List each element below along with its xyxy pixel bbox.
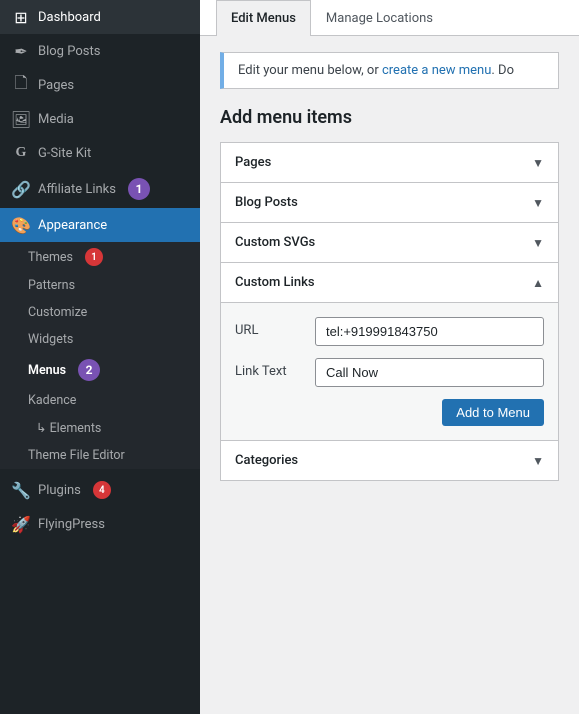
info-suffix: . Do — [491, 63, 514, 78]
sidebar-item-elements[interactable]: ↳ Elements — [0, 414, 200, 442]
sidebar-item-flying-press[interactable]: 🚀 FlyingPress — [0, 507, 200, 541]
accordion-custom-svgs: Custom SVGs ▼ — [220, 222, 559, 263]
link-text-label: Link Text — [235, 358, 305, 379]
accordion-custom-svgs-arrow: ▼ — [532, 236, 544, 250]
dashboard-icon: ⊞ — [12, 8, 30, 26]
accordion-custom-links-label: Custom Links — [235, 275, 315, 290]
link-text-form-row: Link Text — [235, 358, 544, 387]
url-input[interactable] — [315, 317, 544, 346]
sidebar-item-label: Theme File Editor — [28, 448, 125, 463]
accordion-custom-links-body: URL Link Text Add to Menu — [221, 302, 558, 440]
appearance-submenu: Themes 1 Patterns Customize Widgets Menu… — [0, 242, 200, 469]
affiliate-links-icon: 🔗 — [12, 180, 30, 198]
sidebar-item-label: Appearance — [38, 218, 107, 233]
flying-press-icon: 🚀 — [12, 515, 30, 533]
accordion-categories-header[interactable]: Categories ▼ — [221, 441, 558, 480]
tab-label: Manage Locations — [326, 11, 433, 26]
sidebar-item-widgets[interactable]: Widgets — [0, 326, 200, 353]
accordion-categories: Categories ▼ — [220, 440, 559, 481]
add-to-menu-button[interactable]: Add to Menu — [442, 399, 544, 426]
url-form-row: URL — [235, 317, 544, 346]
sidebar-item-pages[interactable]: 🗋 Pages — [0, 68, 200, 102]
media-icon: 🖼 — [12, 110, 30, 128]
sidebar-item-label: Plugins — [38, 483, 81, 498]
affiliate-links-badge: 1 — [128, 178, 150, 200]
sidebar-item-label: FlyingPress — [38, 517, 105, 532]
accordion-pages: Pages ▼ — [220, 142, 559, 183]
url-label: URL — [235, 317, 305, 338]
sidebar-item-label: G-Site Kit — [38, 146, 91, 161]
accordion-custom-svgs-label: Custom SVGs — [235, 235, 315, 250]
accordion-pages-label: Pages — [235, 155, 271, 170]
accordion-custom-links-arrow: ▲ — [532, 276, 544, 290]
menus-badge: 2 — [78, 359, 100, 381]
sidebar-item-label: Media — [38, 112, 74, 127]
tab-manage-locations[interactable]: Manage Locations — [311, 0, 448, 36]
add-to-menu-row: Add to Menu — [235, 399, 544, 426]
accordion-pages-arrow: ▼ — [532, 156, 544, 170]
info-text: Edit your menu below, or — [238, 63, 379, 78]
accordion-blog-posts-arrow: ▼ — [532, 196, 544, 210]
sidebar-item-label: Menus — [28, 363, 66, 378]
accordion-pages-header[interactable]: Pages ▼ — [221, 143, 558, 182]
sidebar-item-label: Widgets — [28, 332, 73, 347]
sidebar-item-label: Themes — [28, 250, 73, 265]
accordion-blog-posts-label: Blog Posts — [235, 195, 298, 210]
sidebar-item-label: Dashboard — [38, 10, 101, 25]
sidebar-item-label: Customize — [28, 305, 87, 320]
sidebar-item-label: Affiliate Links — [38, 182, 116, 197]
sidebar-item-plugins[interactable]: 🔧 Plugins 4 — [0, 473, 200, 507]
sidebar-item-themes[interactable]: Themes 1 — [0, 242, 200, 272]
sidebar-item-kadence[interactable]: Kadence — [0, 387, 200, 414]
accordion-custom-links-header[interactable]: Custom Links ▲ — [221, 263, 558, 302]
sidebar-item-g-site-kit[interactable]: G G-Site Kit — [0, 136, 200, 170]
accordion-categories-label: Categories — [235, 453, 298, 468]
sidebar-item-patterns[interactable]: Patterns — [0, 272, 200, 299]
tabs-bar: Edit Menus Manage Locations — [200, 0, 579, 36]
sidebar-item-affiliate-links[interactable]: 🔗 Affiliate Links 1 — [0, 170, 200, 208]
g-site-kit-icon: G — [12, 144, 30, 162]
accordion-categories-arrow: ▼ — [532, 454, 544, 468]
plugins-badge: 4 — [93, 481, 111, 499]
sidebar-item-label: Patterns — [28, 278, 75, 293]
accordion-blog-posts: Blog Posts ▼ — [220, 182, 559, 223]
plugins-icon: 🔧 — [12, 481, 30, 499]
sidebar-item-menus[interactable]: Menus 2 — [0, 353, 200, 387]
sidebar-item-media[interactable]: 🖼 Media — [0, 102, 200, 136]
sidebar-item-customize[interactable]: Customize — [0, 299, 200, 326]
themes-badge: 1 — [85, 248, 103, 266]
appearance-icon: 🎨 — [12, 216, 30, 234]
main-content-area: Edit Menus Manage Locations Edit your me… — [200, 0, 579, 714]
sidebar-item-theme-file-editor[interactable]: Theme File Editor — [0, 442, 200, 469]
info-bar: Edit your menu below, or create a new me… — [220, 52, 559, 89]
create-new-menu-link[interactable]: create a new menu — [382, 63, 491, 78]
sidebar-item-appearance[interactable]: 🎨 Appearance — [0, 208, 200, 242]
sidebar-item-label: ↳ Elements — [36, 420, 101, 436]
sidebar-item-label: Kadence — [28, 393, 76, 408]
sidebar-item-dashboard[interactable]: ⊞ Dashboard — [0, 0, 200, 34]
accordion-blog-posts-header[interactable]: Blog Posts ▼ — [221, 183, 558, 222]
accordion-custom-links: Custom Links ▲ URL Link Text Add to Menu — [220, 262, 559, 441]
sidebar-item-blog-posts[interactable]: ✒ Blog Posts — [0, 34, 200, 68]
accordion-custom-svgs-header[interactable]: Custom SVGs ▼ — [221, 223, 558, 262]
tab-edit-menus[interactable]: Edit Menus — [216, 0, 311, 36]
blog-posts-icon: ✒ — [12, 42, 30, 60]
sidebar: ⊞ Dashboard ✒ Blog Posts 🗋 Pages 🖼 Media… — [0, 0, 200, 714]
main-body: Edit your menu below, or create a new me… — [200, 36, 579, 496]
pages-icon: 🗋 — [12, 76, 30, 94]
sidebar-item-label: Blog Posts — [38, 44, 100, 59]
section-title: Add menu items — [220, 107, 559, 128]
tab-label: Edit Menus — [231, 11, 296, 26]
link-text-input[interactable] — [315, 358, 544, 387]
sidebar-item-label: Pages — [38, 78, 74, 93]
